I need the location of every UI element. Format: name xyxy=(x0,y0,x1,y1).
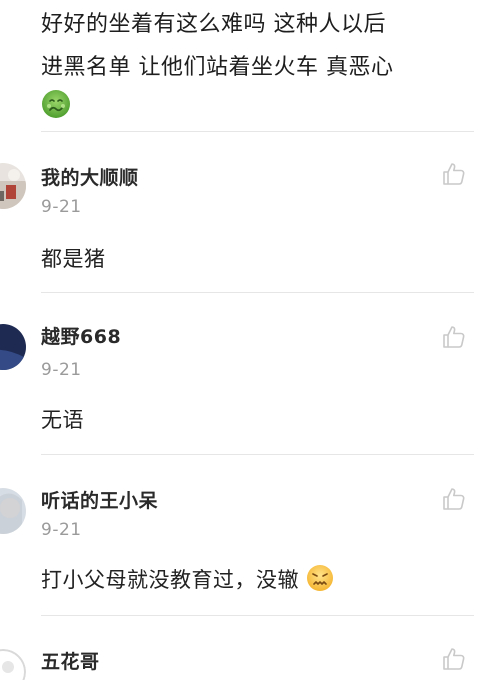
comment-text-label: 打小父母就没教育过，没辙 xyxy=(41,568,299,592)
avatar-3 xyxy=(0,488,26,534)
comment-username[interactable]: 听话的王小呆 xyxy=(41,486,158,513)
avatar[interactable] xyxy=(0,649,26,680)
frustrated-face-emoji xyxy=(307,565,334,591)
avatar[interactable] xyxy=(0,488,26,534)
thumbs-up-icon[interactable] xyxy=(441,646,467,672)
comment-date: 9-21 xyxy=(41,360,82,380)
comment-text: 打小父母就没教育过，没辙 xyxy=(41,564,334,594)
thumbs-up-icon[interactable] xyxy=(441,324,467,350)
avatar[interactable] xyxy=(0,163,26,209)
comment-item: 听话的王小呆 9-21 打小父母就没教育过，没辙 xyxy=(0,454,500,614)
avatar-4 xyxy=(0,649,26,680)
comment-text: 无语 xyxy=(41,408,84,432)
avatar[interactable] xyxy=(0,324,26,370)
avatar-1 xyxy=(0,163,26,209)
comment-item: 我的大顺顺 9-21 都是猪 xyxy=(0,131,500,291)
comment-item: 越野668 9-21 无语 xyxy=(0,292,500,452)
thumbs-up-icon[interactable] xyxy=(441,486,467,512)
comment-username[interactable]: 越野668 xyxy=(41,322,121,349)
comment-username[interactable]: 五花哥 xyxy=(41,647,100,674)
avatar-2 xyxy=(0,324,26,370)
post-text-line-2: 进黑名单 让他们站着坐火车 真恶心 xyxy=(41,55,394,80)
thumbs-up-icon[interactable] xyxy=(441,161,467,187)
comment-date: 9-21 xyxy=(41,520,82,540)
comment-username[interactable]: 我的大顺顺 xyxy=(41,163,139,190)
post-text-block: 好好的坐着有这么难吗 这种人以后 进黑名单 让他们站着坐火车 真恶心 xyxy=(41,0,481,123)
nauseated-face-emoji xyxy=(42,90,70,118)
post-text-line-1: 好好的坐着有这么难吗 这种人以后 xyxy=(41,12,386,37)
comment-date: 9-21 xyxy=(41,197,82,217)
comment-item: 五花哥 xyxy=(0,615,500,680)
comment-text: 都是猪 xyxy=(41,247,106,271)
comment-thread: 好好的坐着有这么难吗 这种人以后 进黑名单 让他们站着坐火车 真恶心 我的大顺顺… xyxy=(0,0,500,680)
